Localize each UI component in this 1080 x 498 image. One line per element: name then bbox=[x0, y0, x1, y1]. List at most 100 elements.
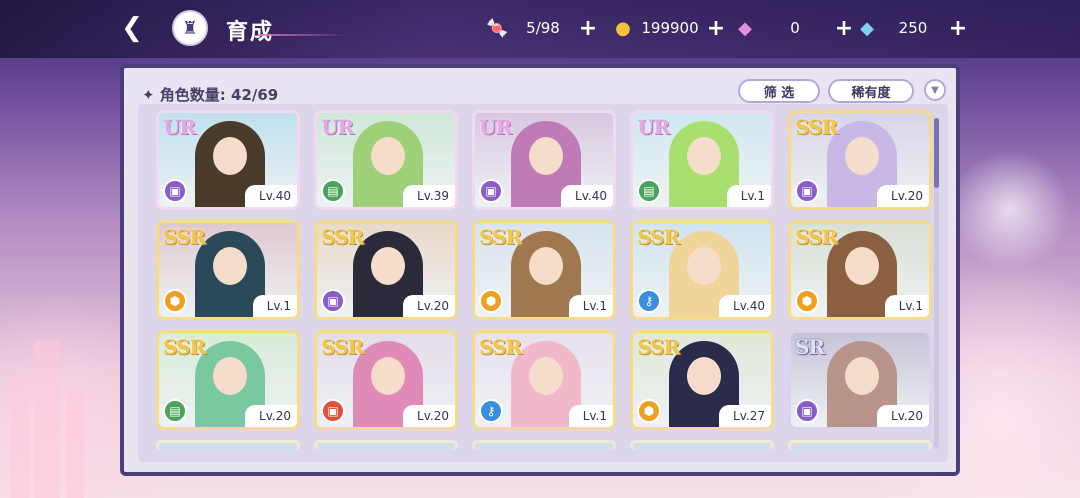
character-card[interactable]: SSR ⚷ Lv.40 bbox=[630, 220, 774, 320]
character-face bbox=[529, 357, 563, 395]
character-card[interactable]: UR ▤ Lv.39 bbox=[314, 110, 458, 210]
character-face bbox=[845, 357, 879, 395]
level-label: Lv.1 bbox=[726, 185, 771, 207]
filter-button[interactable]: 筛 选 bbox=[738, 79, 820, 103]
level-label: Lv.1 bbox=[252, 295, 297, 317]
rarity-label: SSR bbox=[479, 335, 522, 359]
character-card[interactable]: SSR ▣ Lv.20 bbox=[788, 110, 932, 210]
character-card[interactable]: SSR ⬢ Lv.1 bbox=[156, 220, 300, 320]
resource-candy: 🍬 5/98 + bbox=[486, 14, 598, 42]
character-card-partial[interactable] bbox=[314, 440, 458, 450]
character-face bbox=[529, 137, 563, 175]
character-card-partial[interactable] bbox=[156, 440, 300, 450]
candy-icon: 🍬 bbox=[486, 17, 509, 39]
level-label: Lv.20 bbox=[877, 405, 929, 427]
rarity-label: SSR bbox=[637, 335, 680, 359]
sort-order-toggle[interactable]: ▼ bbox=[924, 79, 946, 101]
character-face bbox=[687, 247, 721, 285]
purple-attribute-icon: ▣ bbox=[795, 179, 819, 203]
gold-coin-icon: ● bbox=[615, 17, 631, 39]
red-attribute-icon: ▣ bbox=[321, 399, 345, 423]
chevron-down-icon: ▼ bbox=[931, 84, 939, 96]
blue-attribute-icon: ⚷ bbox=[479, 399, 503, 423]
candy-count: 5/98 bbox=[526, 19, 560, 37]
sort-rarity-button[interactable]: 稀有度 bbox=[828, 79, 914, 103]
rarity-label: SSR bbox=[795, 115, 838, 139]
character-card-partial[interactable] bbox=[788, 440, 932, 450]
character-card[interactable]: SSR ⬢ Lv.27 bbox=[630, 330, 774, 430]
add-gold-button[interactable]: + bbox=[706, 16, 726, 41]
character-count: ✦ 角色数量: 42/69 bbox=[142, 86, 279, 104]
character-card[interactable]: SSR ▣ Lv.20 bbox=[314, 330, 458, 430]
rarity-label: SSR bbox=[321, 335, 364, 359]
green-attribute-icon: ▤ bbox=[637, 179, 661, 203]
home-button[interactable]: ♜ bbox=[172, 10, 208, 46]
back-button[interactable]: ❮ bbox=[112, 10, 152, 46]
purple-attribute-icon: ▣ bbox=[163, 179, 187, 203]
scroll-thumb[interactable] bbox=[934, 118, 939, 188]
character-card[interactable]: SSR ⬢ Lv.1 bbox=[788, 220, 932, 320]
level-label: Lv.39 bbox=[403, 185, 455, 207]
character-face bbox=[213, 357, 247, 395]
character-card-partial[interactable] bbox=[630, 440, 774, 450]
character-face bbox=[213, 247, 247, 285]
rarity-label: SSR bbox=[479, 225, 522, 249]
character-card[interactable]: SSR ▣ Lv.20 bbox=[314, 220, 458, 320]
add-candy-button[interactable]: + bbox=[578, 16, 598, 41]
character-card[interactable]: UR ▤ Lv.1 bbox=[630, 110, 774, 210]
character-face bbox=[845, 247, 879, 285]
level-label: Lv.27 bbox=[719, 405, 771, 427]
resource-pink-diamond: ◆ 0 + bbox=[734, 14, 854, 42]
gold-count: 199900 bbox=[641, 19, 699, 37]
level-label: Lv.40 bbox=[561, 185, 613, 207]
purple-attribute-icon: ▣ bbox=[795, 399, 819, 423]
blue-attribute-icon: ⚷ bbox=[637, 289, 661, 313]
character-face bbox=[371, 357, 405, 395]
rarity-label: UR bbox=[479, 115, 512, 139]
resource-gold: ● 199900 + bbox=[612, 14, 726, 42]
pink-diamond-count: 0 bbox=[790, 19, 800, 37]
purple-attribute-icon: ▣ bbox=[321, 289, 345, 313]
grid-scrollbar[interactable] bbox=[934, 118, 939, 448]
orange-attribute-icon: ⬢ bbox=[163, 289, 187, 313]
resource-blue-diamond: ◆ 250 + bbox=[856, 14, 968, 42]
purple-attribute-icon: ▣ bbox=[479, 179, 503, 203]
page-title: 育成 bbox=[226, 20, 275, 45]
character-face bbox=[687, 137, 721, 175]
castle-silhouette bbox=[0, 300, 120, 498]
rarity-label: SR bbox=[795, 335, 825, 359]
rarity-label: UR bbox=[163, 115, 196, 139]
character-card[interactable]: UR ▣ Lv.40 bbox=[156, 110, 300, 210]
character-card-partial[interactable] bbox=[472, 440, 616, 450]
blue-diamond-icon: ◆ bbox=[860, 17, 874, 39]
character-panel: ✦ 角色数量: 42/69 筛 选 稀有度 ▼ UR ▣ Lv.40 UR ▤ Lv.39… bbox=[120, 64, 960, 476]
character-card[interactable]: SSR ▤ Lv.20 bbox=[156, 330, 300, 430]
title-decoration bbox=[258, 34, 348, 36]
character-face bbox=[687, 357, 721, 395]
rarity-label: SSR bbox=[321, 225, 364, 249]
orange-attribute-icon: ⬢ bbox=[637, 399, 661, 423]
orange-attribute-icon: ⬢ bbox=[795, 289, 819, 313]
level-label: Lv.1 bbox=[568, 295, 613, 317]
level-label: Lv.20 bbox=[403, 405, 455, 427]
rarity-label: SSR bbox=[163, 225, 206, 249]
orange-attribute-icon: ⬢ bbox=[479, 289, 503, 313]
character-card[interactable]: SSR ⚷ Lv.1 bbox=[472, 330, 616, 430]
character-card[interactable]: SR ▣ Lv.20 bbox=[788, 330, 932, 430]
character-card[interactable]: UR ▣ Lv.40 bbox=[472, 110, 616, 210]
character-face bbox=[529, 247, 563, 285]
level-label: Lv.20 bbox=[877, 185, 929, 207]
rarity-label: SSR bbox=[637, 225, 680, 249]
rarity-label: UR bbox=[321, 115, 354, 139]
add-pink-diamond-button[interactable]: + bbox=[834, 16, 854, 41]
level-label: Lv.20 bbox=[403, 295, 455, 317]
character-card[interactable]: SSR ⬢ Lv.1 bbox=[472, 220, 616, 320]
level-label: Lv.20 bbox=[245, 405, 297, 427]
add-blue-diamond-button[interactable]: + bbox=[948, 16, 968, 41]
character-grid-viewport[interactable]: UR ▣ Lv.40 UR ▤ Lv.39 UR ▣ Lv.40 UR ▤ Lv.1 SSR ▣ Lv.20… bbox=[138, 104, 948, 462]
rarity-label: SSR bbox=[795, 225, 838, 249]
blue-diamond-count: 250 bbox=[898, 19, 928, 37]
pink-diamond-icon: ◆ bbox=[738, 17, 752, 39]
green-attribute-icon: ▤ bbox=[163, 399, 187, 423]
castle-home-icon: ♜ bbox=[181, 17, 199, 39]
